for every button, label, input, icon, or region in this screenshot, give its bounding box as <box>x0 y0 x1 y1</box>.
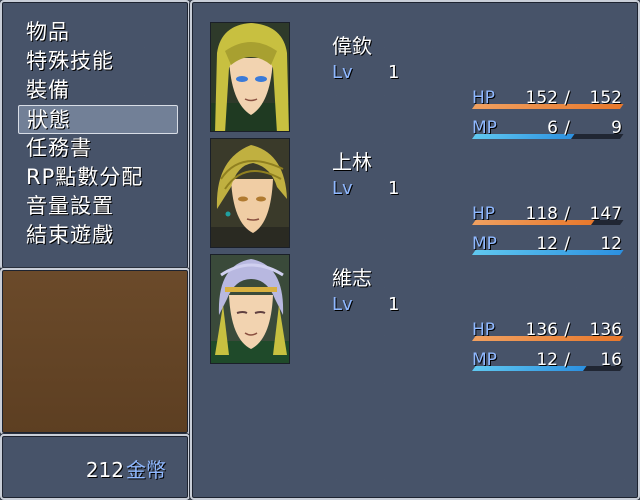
member-name: 偉欽 <box>332 34 372 58</box>
hp-max: 136 <box>589 320 622 340</box>
hp-current: 118 <box>525 204 558 224</box>
hp-gauge: HP 136 / 136 <box>472 320 624 344</box>
hp-gauge: HP 152 / 152 <box>472 88 624 112</box>
party-member[interactable]: 維志 Lv 1 HP 136 / 136 MP 12 / 16 <box>208 254 628 371</box>
empty-info-window <box>0 268 190 435</box>
level-label: Lv <box>332 294 353 315</box>
level-value: 1 <box>388 178 400 199</box>
hp-label: HP <box>472 88 496 108</box>
menu-item-quit-game[interactable]: 結束遊戲 <box>18 221 178 250</box>
menu-item-equipment[interactable]: 裝備 <box>18 76 178 105</box>
party-member[interactable]: 上林 Lv 1 HP 118 / 147 MP 12 / 12 <box>208 138 628 255</box>
silver-hair-headband-portrait <box>210 254 290 364</box>
party-member[interactable]: 偉欽 Lv 1 HP 152 / 152 MP 6 / 9 <box>208 22 628 139</box>
gold-amount: 212 <box>85 458 124 482</box>
menu-item-volume[interactable]: 音量設置 <box>18 192 178 221</box>
blonde-swept-hair-portrait <box>210 138 290 248</box>
command-menu-window: 物品 特殊技能 裝備 狀態 任務書 RP點數分配 音量設置 結束遊戲 <box>0 0 190 270</box>
mp-slash: / <box>564 118 570 138</box>
mp-slash: / <box>564 350 570 370</box>
menu-item-status[interactable]: 狀態 <box>18 105 178 134</box>
gold-window: 212 金幣 <box>0 434 190 500</box>
hp-current: 136 <box>525 320 558 340</box>
mp-current: 12 <box>536 350 558 370</box>
hp-max: 152 <box>589 88 622 108</box>
level-value: 1 <box>388 62 400 83</box>
mp-current: 6 <box>547 118 558 138</box>
hp-slash: / <box>564 320 570 340</box>
member-name: 維志 <box>332 266 372 290</box>
mp-slash: / <box>564 234 570 254</box>
mp-gauge: MP 12 / 16 <box>472 350 624 374</box>
mp-label: MP <box>472 350 497 370</box>
member-name: 上林 <box>332 150 372 174</box>
gold-unit: 金幣 <box>126 458 166 482</box>
party-status-window: 偉欽 Lv 1 HP 152 / 152 MP 6 / 9 上林 Lv 1 HP… <box>190 0 640 500</box>
menu-item-items[interactable]: 物品 <box>18 18 178 47</box>
hp-label: HP <box>472 204 496 224</box>
mp-label: MP <box>472 234 497 254</box>
mp-label: MP <box>472 118 497 138</box>
mp-max: 9 <box>611 118 622 138</box>
level-value: 1 <box>388 294 400 315</box>
hp-slash: / <box>564 204 570 224</box>
hp-label: HP <box>472 320 496 340</box>
hp-slash: / <box>564 88 570 108</box>
mp-max: 16 <box>600 350 622 370</box>
menu-item-rp-allocation[interactable]: RP點數分配 <box>18 163 178 192</box>
hp-current: 152 <box>525 88 558 108</box>
hp-gauge: HP 118 / 147 <box>472 204 624 228</box>
gold-display: 212 金幣 <box>86 454 166 483</box>
mp-current: 12 <box>536 234 558 254</box>
mp-max: 12 <box>600 234 622 254</box>
level-label: Lv <box>332 62 353 83</box>
level-label: Lv <box>332 178 353 199</box>
command-menu: 物品 特殊技能 裝備 狀態 任務書 RP點數分配 音量設置 結束遊戲 <box>18 18 178 250</box>
menu-item-skills[interactable]: 特殊技能 <box>18 47 178 76</box>
hp-max: 147 <box>589 204 622 224</box>
blonde-long-hair-portrait <box>210 22 290 132</box>
menu-item-quest-book[interactable]: 任務書 <box>18 134 178 163</box>
